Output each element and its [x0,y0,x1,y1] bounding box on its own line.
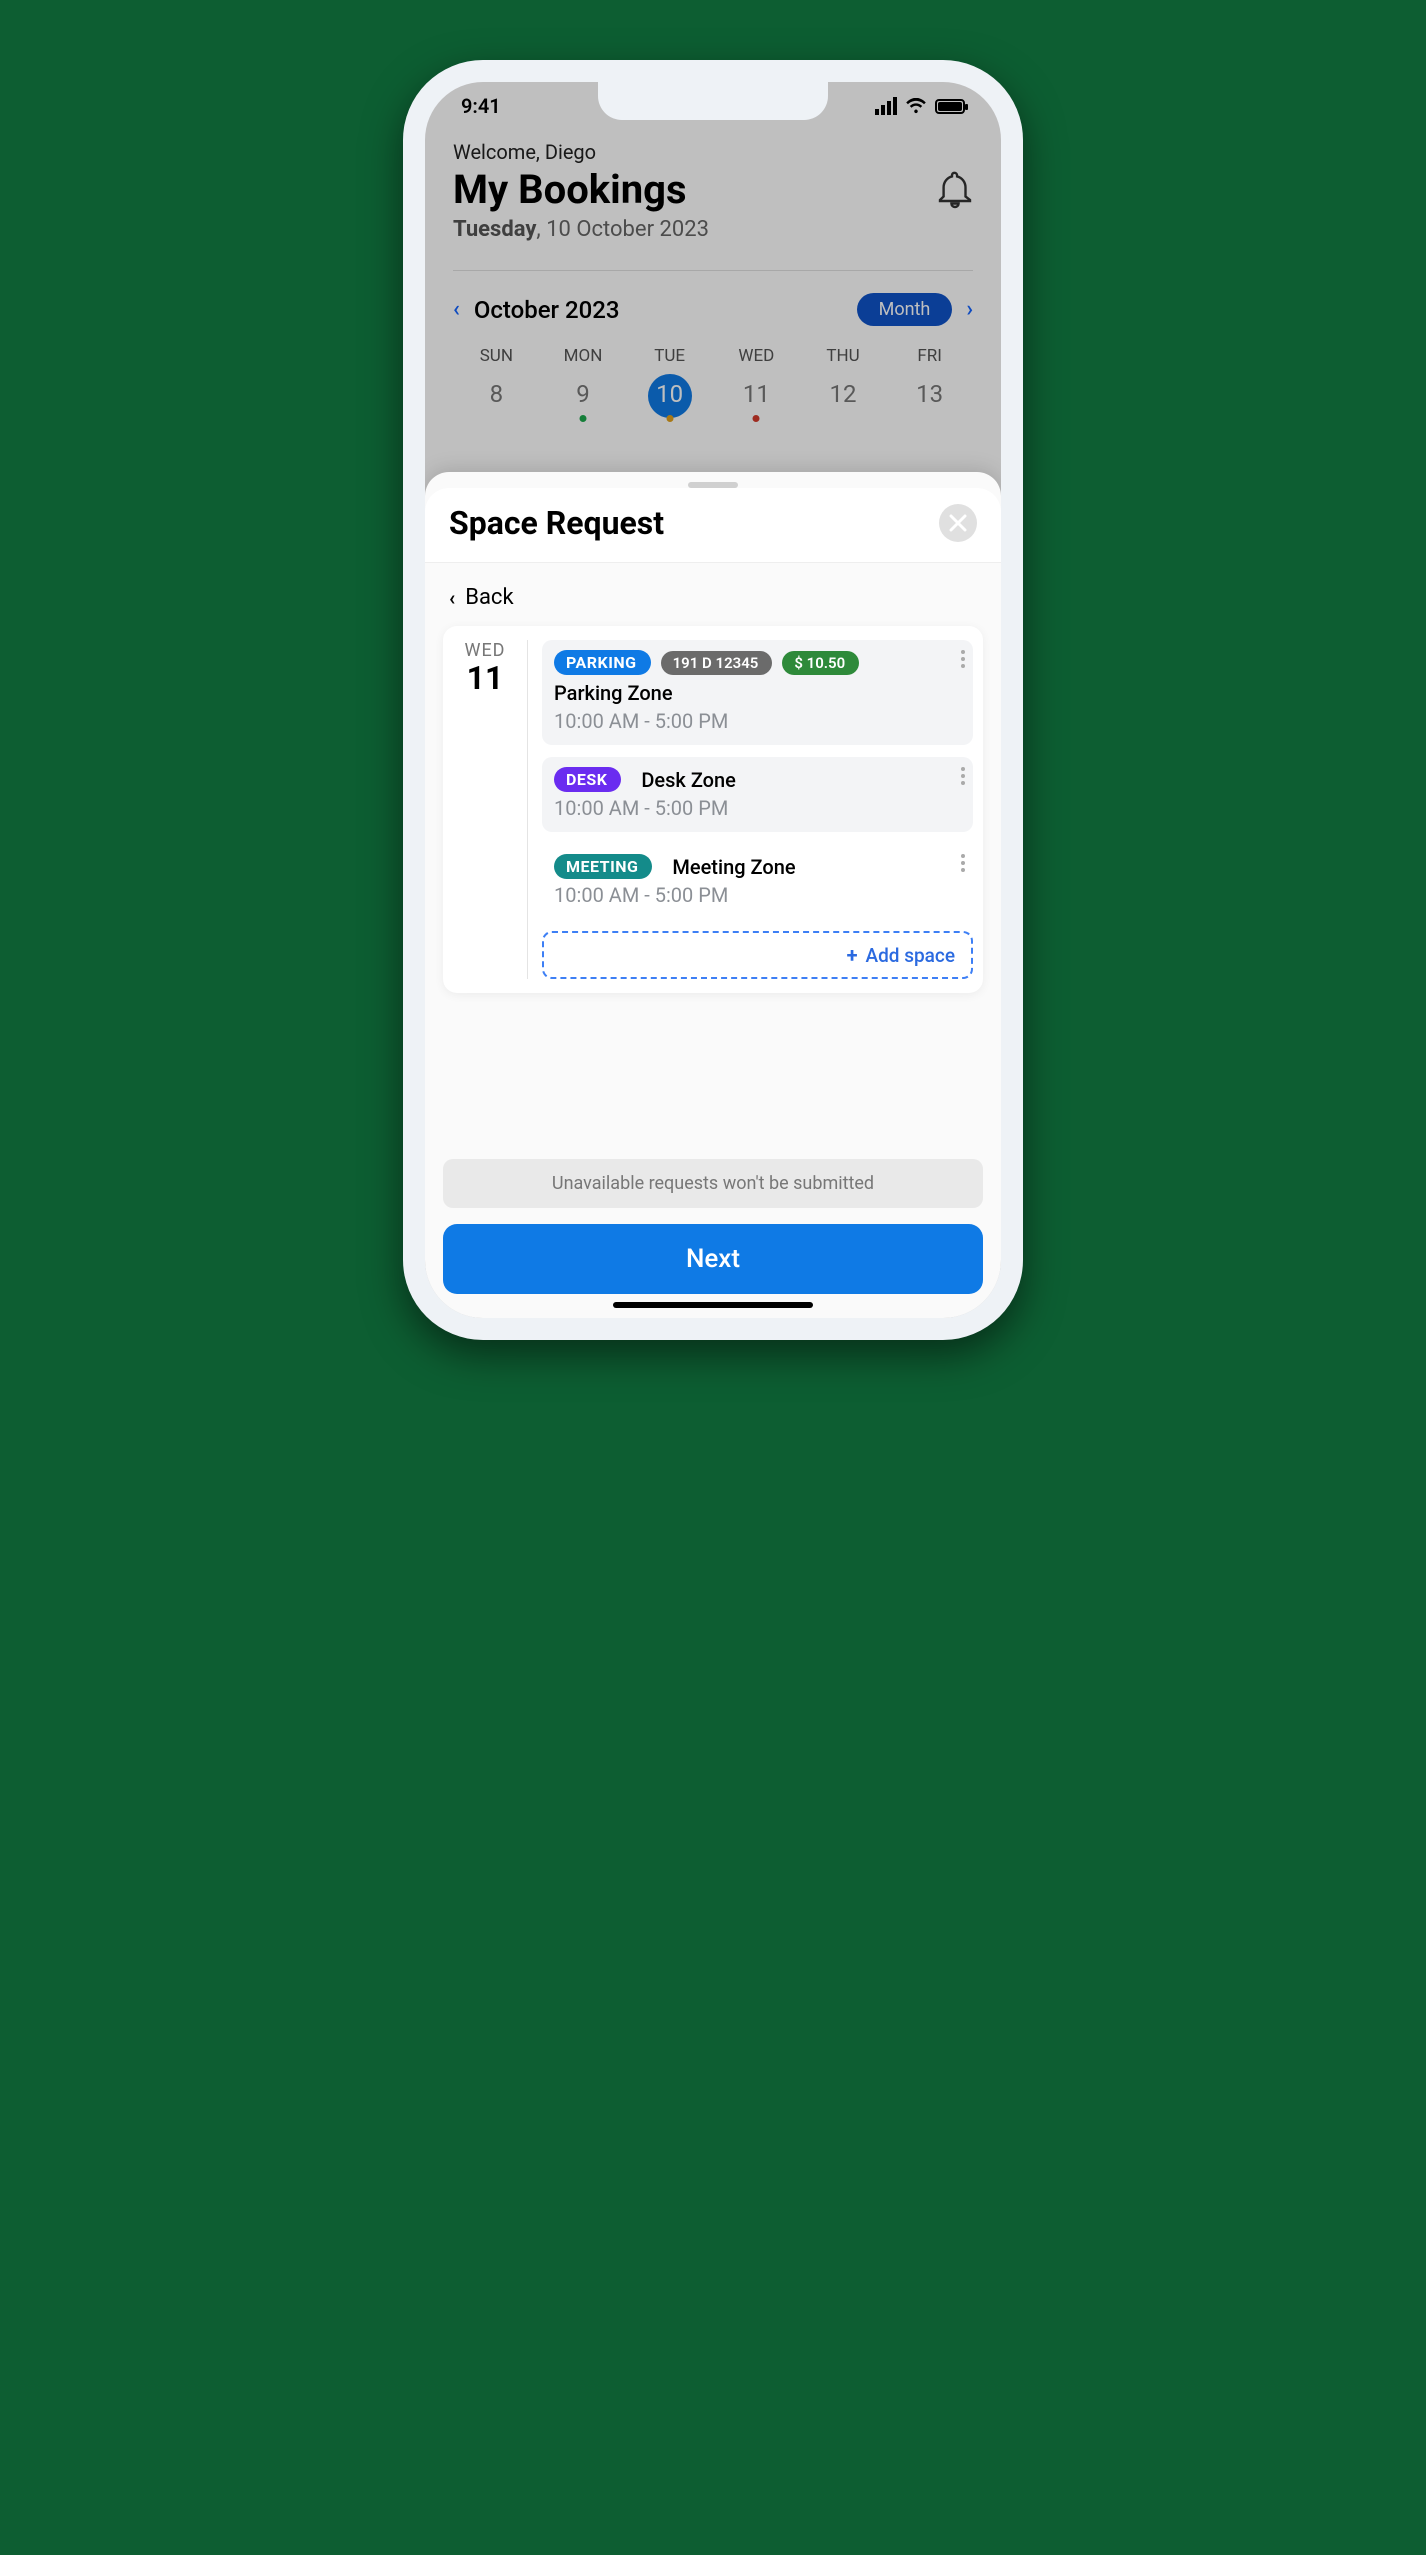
booking-entry: MEETING Meeting Zone 10:00 AM - 5:00 PM [542,844,973,919]
status-icons [875,97,965,115]
more-icon[interactable] [961,767,965,785]
submit-note: Unavailable requests won't be submitted [443,1159,983,1208]
plus-icon: + [847,943,858,967]
device-frame: 9:41 Welcome, Diego My Bookings Tuesday,… [403,60,1023,1340]
screen: 9:41 Welcome, Diego My Bookings Tuesday,… [425,82,1001,1318]
close-button[interactable] [939,504,977,542]
status-time: 9:41 [461,94,501,118]
booking-card: WED 11 PARKING 191 D 12345 $ 10.50 Parking … [443,626,983,993]
kind-pill: DESK [554,767,621,792]
home-indicator[interactable] [613,1302,813,1308]
card-divider [527,640,528,979]
add-space-button[interactable]: + Add space [542,931,973,979]
chevron-left-icon: ‹ [449,586,455,610]
card-day-number: 11 [457,659,513,697]
add-space-label: Add space [865,944,955,967]
price-pill: $ 10.50 [782,651,859,675]
kind-pill: MEETING [554,854,652,879]
back-label: Back [465,585,513,610]
space-request-sheet: Space Request ‹ Back WED 11 PARKING 191 D… [425,472,1001,1318]
entry-time: 10:00 AM - 5:00 PM [554,883,963,907]
sheet-title: Space Request [449,504,664,542]
zone-name: Parking Zone [554,681,963,705]
card-weekday: WED [457,640,513,661]
entry-time: 10:00 AM - 5:00 PM [554,709,963,733]
more-icon[interactable] [961,650,965,668]
entries-list: PARKING 191 D 12345 $ 10.50 Parking Zone 10:… [542,640,973,979]
booking-entry: DESK Desk Zone 10:00 AM - 5:00 PM [542,757,973,832]
kind-pill: PARKING [554,650,651,675]
wifi-icon [905,98,927,114]
plate-pill: 191 D 12345 [661,651,773,675]
back-button[interactable]: ‹ Back [443,581,983,626]
battery-icon [935,99,965,114]
booking-entry: PARKING 191 D 12345 $ 10.50 Parking Zone 10:… [542,640,973,745]
zone-name: Meeting Zone [662,855,795,879]
card-day-column: WED 11 [457,640,513,979]
next-button[interactable]: Next [443,1224,983,1294]
more-icon[interactable] [961,854,965,872]
close-icon [949,514,967,532]
cellular-icon [875,97,897,115]
notch [598,82,828,120]
zone-name: Desk Zone [631,768,735,792]
entry-time: 10:00 AM - 5:00 PM [554,796,963,820]
